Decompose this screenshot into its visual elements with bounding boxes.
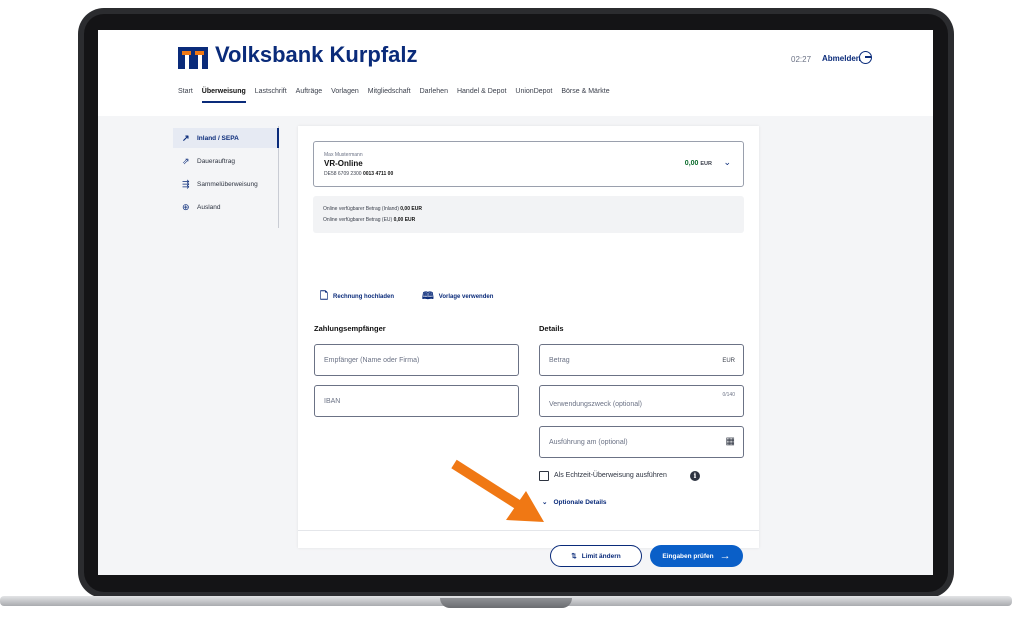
purpose-counter: 0/140 [722,392,735,398]
iban-input[interactable]: IBAN [314,385,519,417]
nav-item-auftraege[interactable]: Aufträge [296,88,322,95]
brand-name[interactable]: Volksbank Kurpfalz [215,42,418,68]
sidebar-item-label: Inland / SEPA [197,134,239,142]
limit-arrows-icon: ⇅ [571,553,577,560]
session-timer: 02:27 [791,55,812,64]
nav-item-uniondepot[interactable]: UnionDepot [515,88,552,95]
execution-date-input[interactable]: Ausführung am (optional) ▦ [539,426,744,458]
change-limit-button[interactable]: ⇅ Limit ändern [550,545,642,567]
sidebar-item-label: Ausland [197,203,221,211]
amount-input[interactable]: Betrag EUR [539,344,744,376]
arrow-up-right-icon: ↗ [182,132,190,143]
available-inland: Online verfügbarer Betrag (Inland) 0,00 … [323,206,422,212]
account-selector[interactable]: Max Mustermann VR-Online DE58 6709 2300 … [313,141,744,187]
logout-link[interactable]: Abmelden [822,54,861,63]
repeat-arrow-icon: ⇗ [182,155,190,166]
document-icon: 🗋 [320,291,329,302]
arrow-right-icon: → [719,550,731,562]
currency-suffix: EUR [722,358,735,364]
sidebar-item-dauerauftrag[interactable]: ⇗ Dauerauftrag [173,151,279,171]
sidebar: ↗ Inland / SEPA ⇗ Dauerauftrag ⇶ Sammelü… [173,126,279,228]
check-input-button[interactable]: Eingaben prüfen → [650,545,743,567]
purpose-input[interactable]: Verwendungszweck (optional) 0/140 [539,385,744,417]
orange-pointer-arrow-icon [451,459,544,522]
nav-item-vorlagen[interactable]: Vorlagen [331,88,359,95]
nav-item-start[interactable]: Start [178,88,193,95]
account-name: VR-Online [324,159,363,168]
header: Volksbank Kurpfalz 02:27 Abmelden Start … [98,30,933,116]
footer-divider [298,530,759,531]
nav-item-darlehen[interactable]: Darlehen [420,88,448,95]
calendar-icon[interactable]: ▦ [726,436,735,447]
volksbank-logo-icon[interactable] [178,47,208,69]
nav-item-lastschrift[interactable]: Lastschrift [255,88,287,95]
available-amount-box: Online verfügbarer Betrag (Inland) 0,00 … [313,196,744,233]
account-iban: DE58 6709 2300 0013 4711 00 [324,171,394,177]
nav-item-mitgliedschaft[interactable]: Mitgliedschaft [368,88,411,95]
nav-item-handel-depot[interactable]: Handel & Depot [457,88,506,95]
sidebar-item-label: Dauerauftrag [197,157,235,165]
recipient-section-title: Zahlungsempfänger [314,324,386,333]
account-balance: 0,00 EUR [684,160,712,167]
sidebar-item-ausland[interactable]: ⊕ Ausland [173,197,279,217]
sidebar-item-label: Sammelüberweisung [197,180,258,188]
globe-arrow-icon: ⊕ [182,201,190,212]
laptop-notch [440,598,572,608]
sidebar-item-inland-sepa[interactable]: ↗ Inland / SEPA [173,128,279,148]
info-icon[interactable]: i [690,471,700,481]
use-template-link[interactable]: 🕮 Vorlage verwenden [422,292,493,302]
nav-item-ueberweisung[interactable]: Überweisung [201,88,246,103]
account-owner: Max Mustermann [324,152,363,158]
stage: Volksbank Kurpfalz 02:27 Abmelden Start … [0,0,1012,626]
multi-arrow-icon: ⇶ [182,178,190,189]
realtime-transfer-label[interactable]: Als Echtzeit-Überweisung ausführen [554,472,667,479]
sidebar-item-sammelueberweisung[interactable]: ⇶ Sammelüberweisung [173,174,279,194]
book-icon: 🕮 [422,291,434,302]
available-eu: Online verfügbarer Betrag (EU) 0,00 EUR [323,217,416,223]
main-nav: Start Überweisung Lastschrift Aufträge V… [178,88,610,103]
recipient-name-input[interactable]: Empfänger (Name oder Firma) [314,344,519,376]
logout-icon[interactable] [859,51,872,64]
upload-invoice-link[interactable]: 🗋 Rechnung hochladen [320,292,394,302]
chevron-down-icon[interactable]: ⌄ [723,157,731,168]
nav-item-boerse-maerkte[interactable]: Börse & Märkte [561,88,609,95]
details-section-title: Details [539,324,564,333]
